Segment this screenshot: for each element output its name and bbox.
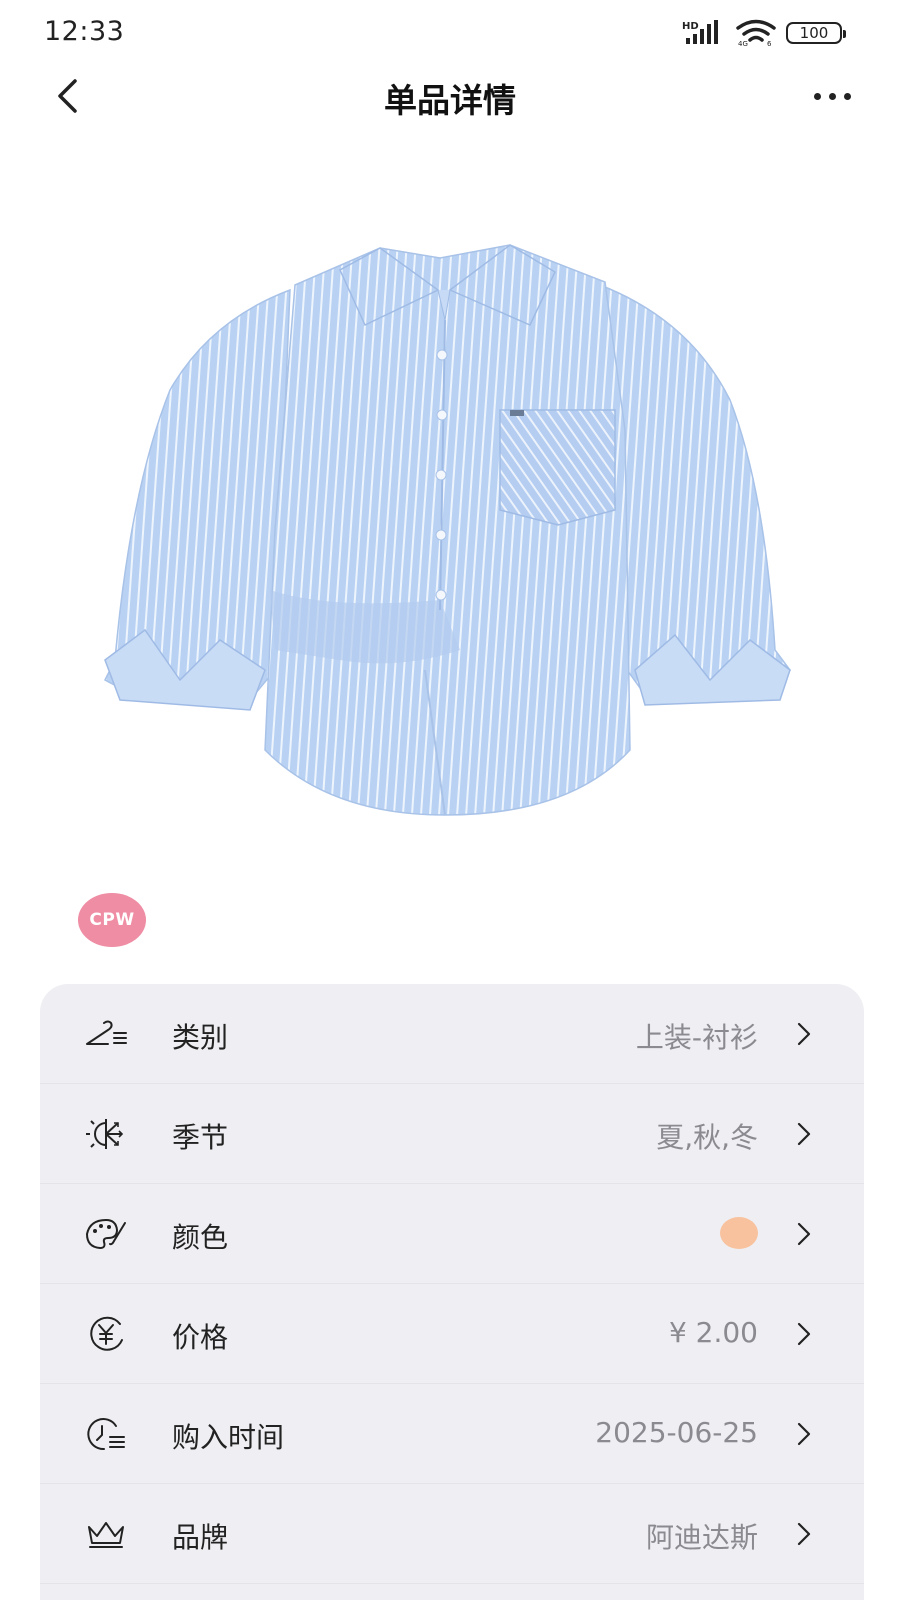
season-value: 夏,秋,冬 <box>656 1121 758 1154</box>
brand-logo-badge: CPW <box>78 893 146 947</box>
svg-text:6: 6 <box>767 40 772 47</box>
purchase-date-label: 购入时间 <box>172 1421 285 1454</box>
category-label: 类别 <box>172 1021 229 1054</box>
chevron-right-icon <box>794 1519 814 1549</box>
page-title: 单品详情 <box>384 81 516 120</box>
season-label: 季节 <box>172 1121 229 1154</box>
yen-icon <box>84 1314 128 1354</box>
chevron-right-icon <box>794 1119 814 1149</box>
clock-list-icon <box>84 1414 128 1454</box>
brand-value: 阿迪达斯 <box>645 1521 758 1554</box>
chevron-right-icon <box>794 1019 814 1049</box>
more-dot <box>813 92 821 100</box>
status-bar: 12:33 HD 4G 6 100 <box>0 0 900 64</box>
palette-icon <box>84 1214 128 1254</box>
purchase-date-row[interactable]: 购入时间 2025-06-25 <box>40 1384 864 1484</box>
signal-icon: HD <box>682 20 726 46</box>
status-icons: HD 4G 6 100 <box>682 18 846 48</box>
price-value: ¥ 2.00 <box>668 1316 758 1349</box>
chevron-right-icon <box>794 1419 814 1449</box>
brand-row[interactable]: 品牌 阿迪达斯 <box>40 1484 864 1584</box>
color-swatch <box>720 1217 758 1249</box>
more-options-button[interactable] <box>804 72 860 120</box>
battery-level: 100 <box>799 23 829 42</box>
color-label: 颜色 <box>172 1221 229 1254</box>
battery-icon: 100 <box>786 22 846 44</box>
nav-bar: 单品详情 <box>0 64 900 128</box>
price-row[interactable]: 价格 ¥ 2.00 <box>40 1284 864 1384</box>
hanger-icon <box>84 1014 128 1054</box>
brand-label: 品牌 <box>172 1521 229 1554</box>
product-image[interactable] <box>100 230 800 840</box>
brand-badge-text: CPW <box>89 910 135 930</box>
status-time: 12:33 <box>44 16 125 47</box>
category-value: 上装-衬衫 <box>635 1021 758 1054</box>
sun-snow-icon <box>84 1114 128 1154</box>
chevron-right-icon <box>794 1219 814 1249</box>
chevron-right-icon <box>794 1319 814 1349</box>
more-dot <box>828 92 836 100</box>
price-label: 价格 <box>172 1321 229 1354</box>
color-row[interactable]: 颜色 <box>40 1184 864 1284</box>
detail-card: 类别 上装-衬衫 季节 夏,秋,冬 颜色 价格 ¥ 2.00 购入时间 2025… <box>40 984 864 1600</box>
category-row[interactable]: 类别 上装-衬衫 <box>40 984 864 1084</box>
wifi-icon: 4G 6 <box>736 19 776 47</box>
purchase-date-value: 2025-06-25 <box>595 1416 758 1449</box>
svg-text:4G: 4G <box>738 40 748 47</box>
season-row[interactable]: 季节 夏,秋,冬 <box>40 1084 864 1184</box>
svg-text:HD: HD <box>682 21 699 32</box>
crown-icon <box>84 1514 128 1554</box>
more-dot <box>843 92 851 100</box>
